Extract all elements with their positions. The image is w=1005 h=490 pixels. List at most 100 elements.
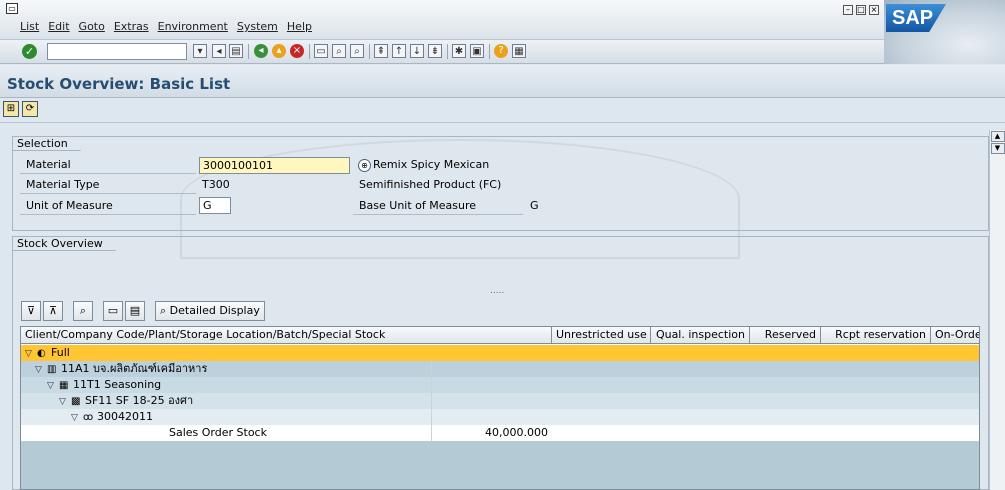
window-controls: – □ × — [843, 5, 879, 15]
print-icon[interactable]: ▭ — [314, 44, 328, 58]
print-preview-icon[interactable]: ▤ — [125, 301, 145, 321]
layout-menu-icon[interactable]: ▦ — [512, 44, 526, 58]
unit-of-measure-label: Unit of Measure — [20, 197, 196, 215]
menu-list[interactable]: List — [20, 20, 39, 33]
minimize-icon[interactable]: – — [843, 5, 853, 15]
material-search-icon[interactable]: ⊞ — [3, 101, 19, 117]
company-icon: ▥ — [47, 364, 57, 375]
tree-row-plant[interactable]: ▽ ▦ 11T1 Seasoning — [21, 377, 979, 394]
help-icon[interactable]: ? — [494, 44, 508, 58]
expand-arrow-icon[interactable]: ▽ — [59, 394, 71, 410]
expand-icon[interactable]: ⊽ — [21, 301, 41, 321]
row-label: 11T1 Seasoning — [73, 378, 162, 391]
selection-frame-title: Selection — [13, 137, 81, 151]
collapse-icon[interactable]: ⊼ — [43, 301, 63, 321]
find-icon[interactable]: ⌕ — [332, 44, 346, 58]
save-icon[interactable]: ▤ — [229, 44, 243, 58]
vertical-scrollbar[interactable]: ▲ ▼ — [989, 130, 1005, 490]
menu-goto[interactable]: Goto — [79, 20, 105, 33]
stock-overview-frame-title: Stock Overview — [13, 237, 116, 251]
toolbar-separator — [309, 44, 310, 59]
expand-arrow-icon[interactable]: ▽ — [71, 410, 83, 426]
tree-row-sales-order-stock[interactable]: Sales Order Stock 40,000.000 — [21, 425, 979, 441]
material-type-label: Material Type — [20, 176, 196, 194]
material-description: Remix Spicy Mexican — [373, 158, 490, 171]
toolbar-separator — [447, 44, 448, 59]
expand-arrow-icon[interactable]: ▽ — [47, 378, 59, 394]
tree-row-company[interactable]: ▽ ▥ 11A1 บจ.ผลิตภัณฑ์เคมีอาหาร — [21, 361, 979, 378]
row-label: SF11 SF 18-25 องศา — [85, 394, 194, 407]
page-title: Stock Overview: Basic List — [7, 75, 231, 93]
plant-icon: ▦ — [59, 380, 69, 391]
menu-help[interactable]: Help — [287, 20, 312, 33]
detailed-display-label: Detailed Display — [169, 304, 260, 317]
find-next-icon[interactable]: ⌕ — [350, 44, 364, 58]
material-label: Material — [20, 156, 196, 174]
menu-environment[interactable]: Environment — [158, 20, 228, 33]
expand-arrow-icon[interactable]: ▽ — [35, 362, 47, 378]
scroll-up-icon[interactable]: ▲ — [990, 131, 1005, 142]
column-header-reserved[interactable]: Reserved — [750, 327, 821, 344]
refresh-icon[interactable]: ⟳ — [22, 101, 38, 117]
menu-extras[interactable]: Extras — [114, 20, 149, 33]
create-session-icon[interactable]: ✱ — [452, 44, 466, 58]
base-unit-value: G — [530, 199, 539, 212]
row-label: 30042011 — [97, 410, 153, 423]
grid-toolbar: ⊽ ⊼ ⌕ ▭ ▤ ⌕ Detailed Display — [21, 301, 265, 322]
system-menu-icon[interactable]: ▭ — [6, 3, 18, 14]
tree-row-batch[interactable]: ▽ ꝏ 30042011 — [21, 409, 979, 426]
toolbar-separator — [369, 44, 370, 59]
column-header-on-order[interactable]: On-Order Stock — [931, 327, 979, 344]
menu-system[interactable]: System — [237, 20, 278, 33]
expand-arrow-icon[interactable]: ▽ — [25, 346, 37, 362]
client-icon: ◐ — [37, 348, 46, 359]
back-small-icon[interactable]: ◂ — [212, 44, 226, 58]
splitter-dots[interactable]: ..... — [490, 282, 504, 300]
back-icon[interactable]: ◂ — [254, 44, 268, 58]
material-type-value: T300 — [202, 178, 230, 191]
column-header-quality[interactable]: Qual. inspection — [651, 327, 750, 344]
shortcut-icon[interactable]: ▣ — [470, 44, 484, 58]
first-page-icon[interactable]: ⇞ — [374, 44, 388, 58]
unit-of-measure-field[interactable]: G — [199, 197, 231, 214]
application-toolbar: ⊞ ⟳ — [0, 98, 1005, 123]
enter-check-icon[interactable]: ✓ — [22, 44, 37, 59]
column-header-hierarchy[interactable]: Client/Company Code/Plant/Storage Locati… — [21, 327, 552, 344]
storage-icon: ▩ — [71, 396, 81, 407]
scroll-down-icon[interactable]: ▼ — [990, 143, 1005, 154]
tree-row-storage-location[interactable]: ▽ ▩ SF11 SF 18-25 องศา — [21, 393, 979, 410]
detailed-display-button[interactable]: ⌕ Detailed Display — [155, 301, 265, 321]
cancel-icon[interactable]: × — [290, 44, 304, 58]
title-bar: Stock Overview: Basic List — [0, 65, 1005, 98]
grid-empty-area — [21, 441, 979, 489]
command-field[interactable] — [47, 43, 187, 60]
menu-bar: ▭ List Edit Goto Extras Environment Syst… — [0, 0, 1005, 40]
menu: List Edit Goto Extras Environment System… — [20, 20, 312, 33]
maximize-icon[interactable]: □ — [856, 5, 866, 15]
row-label: 11A1 บจ.ผลิตภัณฑ์เคมีอาหาร — [61, 362, 208, 375]
toolbar-separator — [248, 44, 249, 59]
stock-tree-grid: Client/Company Code/Plant/Storage Locati… — [20, 326, 980, 490]
close-icon[interactable]: × — [869, 5, 879, 15]
material-type-description: Semifinished Product (FC) — [359, 178, 502, 191]
exit-icon[interactable]: ▴ — [272, 44, 286, 58]
row-label: Sales Order Stock — [169, 426, 267, 439]
magnifier-icon: ⌕ — [160, 304, 167, 317]
next-page-icon[interactable]: ↓ — [410, 44, 424, 58]
material-field[interactable]: 3000100101 — [199, 157, 350, 174]
print-icon[interactable]: ▭ — [103, 301, 123, 321]
column-header-rcpt-reservation[interactable]: Rcpt reservation — [821, 327, 931, 344]
tree-row-client[interactable]: ▽ ◐ Full — [21, 345, 979, 362]
material-display-icon[interactable]: ⊕ — [358, 159, 371, 172]
last-page-icon[interactable]: ⇟ — [428, 44, 442, 58]
column-header-unrestricted[interactable]: Unrestricted use — [552, 327, 651, 344]
menu-edit[interactable]: Edit — [48, 20, 69, 33]
base-unit-label: Base Unit of Measure — [353, 197, 523, 215]
unrestricted-value: 40,000.000 — [485, 426, 548, 439]
sap-logo-text: SAP — [886, 4, 946, 32]
command-history-icon[interactable]: ▾ — [193, 44, 207, 58]
find-icon[interactable]: ⌕ — [73, 301, 93, 321]
toolbar-separator — [489, 44, 490, 59]
standard-toolbar: ✓ ▾ ◂ ▤ ◂ ▴ × ▭ ⌕ ⌕ ⇞ ↑ ↓ ⇟ ✱ ▣ ? ▦ — [0, 40, 884, 64]
previous-page-icon[interactable]: ↑ — [392, 44, 406, 58]
